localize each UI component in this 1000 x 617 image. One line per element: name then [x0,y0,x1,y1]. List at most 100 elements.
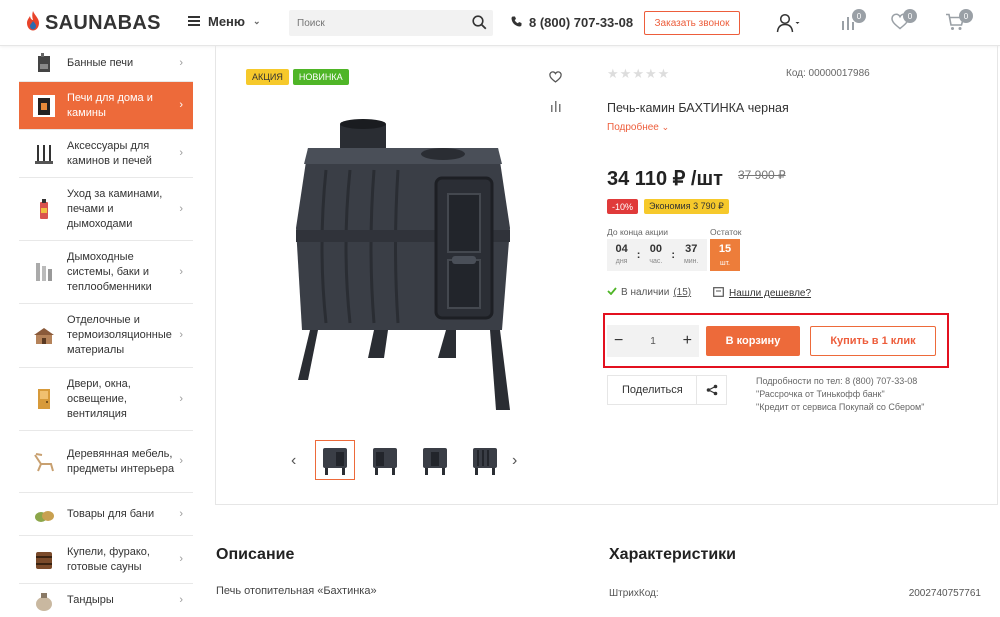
star-icon: ★ [632,66,645,81]
timer-separator: : [636,249,641,261]
favorite-heart-icon[interactable] [549,70,562,88]
sidebar-item-label: Уход за каминами, печами и дымоходами [67,187,163,230]
sidebar-item-home-stoves[interactable]: Печи для дома и камины › [19,82,193,130]
buy-one-click-button[interactable]: Купить в 1 клик [810,326,936,356]
share-icon [696,376,726,404]
chevron-right-icon: › [179,265,183,278]
spec-row-barcode: ШтрихКод: 2002740757761 [609,588,981,599]
sidebar-item-doors[interactable]: Двери, окна, освещение, вентиляция › [19,368,193,431]
info-phone: Подробности по тел: 8 (800) 707-33-08 [756,376,918,386]
sauna-stove-icon [33,52,55,75]
share-button[interactable]: Поделиться [607,375,727,405]
minus-button[interactable]: − [614,332,623,350]
timer-days: 04 дня [615,242,628,265]
flame-icon [26,11,40,36]
search-icon[interactable] [472,15,487,35]
compare-icon[interactable]: 0 [840,9,866,36]
callback-button[interactable]: Заказать звонок [644,11,740,35]
chevron-right-icon: › [179,507,183,520]
economy-badge: Экономия 3 790 ₽ [644,199,729,214]
cleaner-bottle-icon [33,198,55,220]
user-icon[interactable] [776,13,800,38]
thumbnail[interactable] [315,440,355,480]
star-icon: ★ [644,66,658,81]
sidebar-item-care[interactable]: Уход за каминами, печами и дымоходами › [19,178,193,241]
star-icon: ★ [607,66,620,81]
sidebar-item-label: Отделочные и термоизоляционные материалы [67,314,172,356]
sidebar-item-fonts[interactable]: Купели, фурако, готовые сауны › [19,536,193,584]
sidebar-item-sauna-stoves[interactable]: Банные печи › [19,46,193,82]
description-text: Печь отопительная «Бахтинка» [216,585,377,597]
phone-number: 8 (800) 707-33-08 [529,15,634,30]
thumbnail[interactable] [365,440,405,480]
found-cheaper-link[interactable]: Нашли дешевле? [713,287,811,300]
product-image[interactable] [288,118,528,423]
add-to-cart-button[interactable]: В корзину [706,326,800,356]
quantity-value[interactable]: 1 [650,336,656,347]
info-installment: "Рассрочка от Тинькофф банк" [756,389,885,399]
search-box [289,10,493,36]
category-sidebar: Банные печи › Печи для дома и камины › А… [19,46,193,614]
chevron-right-icon: › [179,202,183,215]
price-tag-icon [713,287,724,300]
sidebar-item-chimney[interactable]: Дымоходные системы, баки и теплообменник… [19,241,193,304]
cart-count-badge: 0 [959,9,973,23]
sale-tag: АКЦИЯ [246,69,289,85]
spec-label: ШтрихКод: [609,588,659,599]
product-title: Печь-камин БАХТИНКА черная [607,101,789,115]
thumbnail[interactable] [415,440,455,480]
sidebar-item-label: Товары для бани [67,507,155,520]
stock-unit: шт. [720,260,730,267]
heart-icon[interactable]: 0 [891,9,917,35]
new-tag: НОВИНКА [292,69,349,85]
header: SAUNABAS Меню ⌄ 8 (800) 707-33-08 Заказа… [0,0,1000,46]
next-image-arrow-icon[interactable]: › [512,452,517,470]
product-tags: АКЦИЯ НОВИНКА [246,69,349,85]
sidebar-item-label: Дымоходные системы, баки и теплообменник… [67,250,152,293]
search-input[interactable] [289,10,465,36]
phone[interactable]: 8 (800) 707-33-08 [511,15,633,30]
quantity-stepper: − 1 + [607,325,699,357]
chevron-down-icon: ⌄ [253,16,261,26]
sidebar-item-furniture[interactable]: Деревянная мебель, предметы интерьера › [19,431,193,493]
logo-text: SAUNABAS [45,12,161,34]
more-link[interactable]: Подробнее ⌄ [607,122,669,133]
star-icon: ★ [657,66,671,81]
menu-label: Меню [208,14,246,29]
info-credit: "Кредит от сервиса Покупай со Сбером" [756,402,925,412]
share-label: Поделиться [622,384,683,396]
found-cheaper-label: Нашли дешевле? [729,288,812,299]
compare-bars-icon[interactable] [550,99,562,117]
sidebar-item-finishing[interactable]: Отделочные и термоизоляционные материалы… [19,304,193,368]
sidebar-item-bath-goods[interactable]: Товары для бани › [19,493,193,536]
availability-count[interactable]: (15) [673,287,691,298]
old-price: 37 900 ₽ [738,168,786,182]
timer-minutes: 37 мин. [683,242,699,265]
checkmark-icon [607,287,617,298]
payment-info: Подробности по тел: 8 (800) 707-33-08 "Р… [756,375,924,414]
sidebar-item-label: Печи для дома и камины [67,91,153,119]
house-icon [33,325,55,347]
sidebar-item-fireplace-accessories[interactable]: Аксессуары для каминов и печей › [19,130,193,178]
stock-label: Остаток [710,227,742,237]
availability-text: В наличии [621,287,670,298]
stock-box: 15 шт. [710,239,740,271]
sidebar-item-label: Тандыры [67,594,114,606]
plus-button[interactable]: + [683,332,692,350]
logo[interactable]: SAUNABAS [26,11,161,36]
rating-stars[interactable]: ★★★★★ [607,66,670,82]
cart-icon[interactable]: 0 [945,9,973,36]
chevron-right-icon: › [179,553,183,565]
promo-end-label: До конца акции [607,227,668,237]
stock-value: 15 [718,243,732,255]
specs-title: Характеристики [609,546,737,563]
sidebar-item-label: Банные печи [67,57,134,69]
sidebar-item-label: Двери, окна, освещение, вентиляция [67,377,131,420]
prev-image-arrow-icon[interactable]: ‹ [291,452,296,470]
sidebar-item-label: Деревянная мебель, предметы интерьера [67,447,175,475]
thumbnail[interactable] [465,440,505,480]
chevron-right-icon: › [179,392,183,405]
chevron-right-icon: › [179,147,183,159]
sauna-barrel-icon [33,549,55,571]
menu-button[interactable]: Меню ⌄ [188,14,261,29]
